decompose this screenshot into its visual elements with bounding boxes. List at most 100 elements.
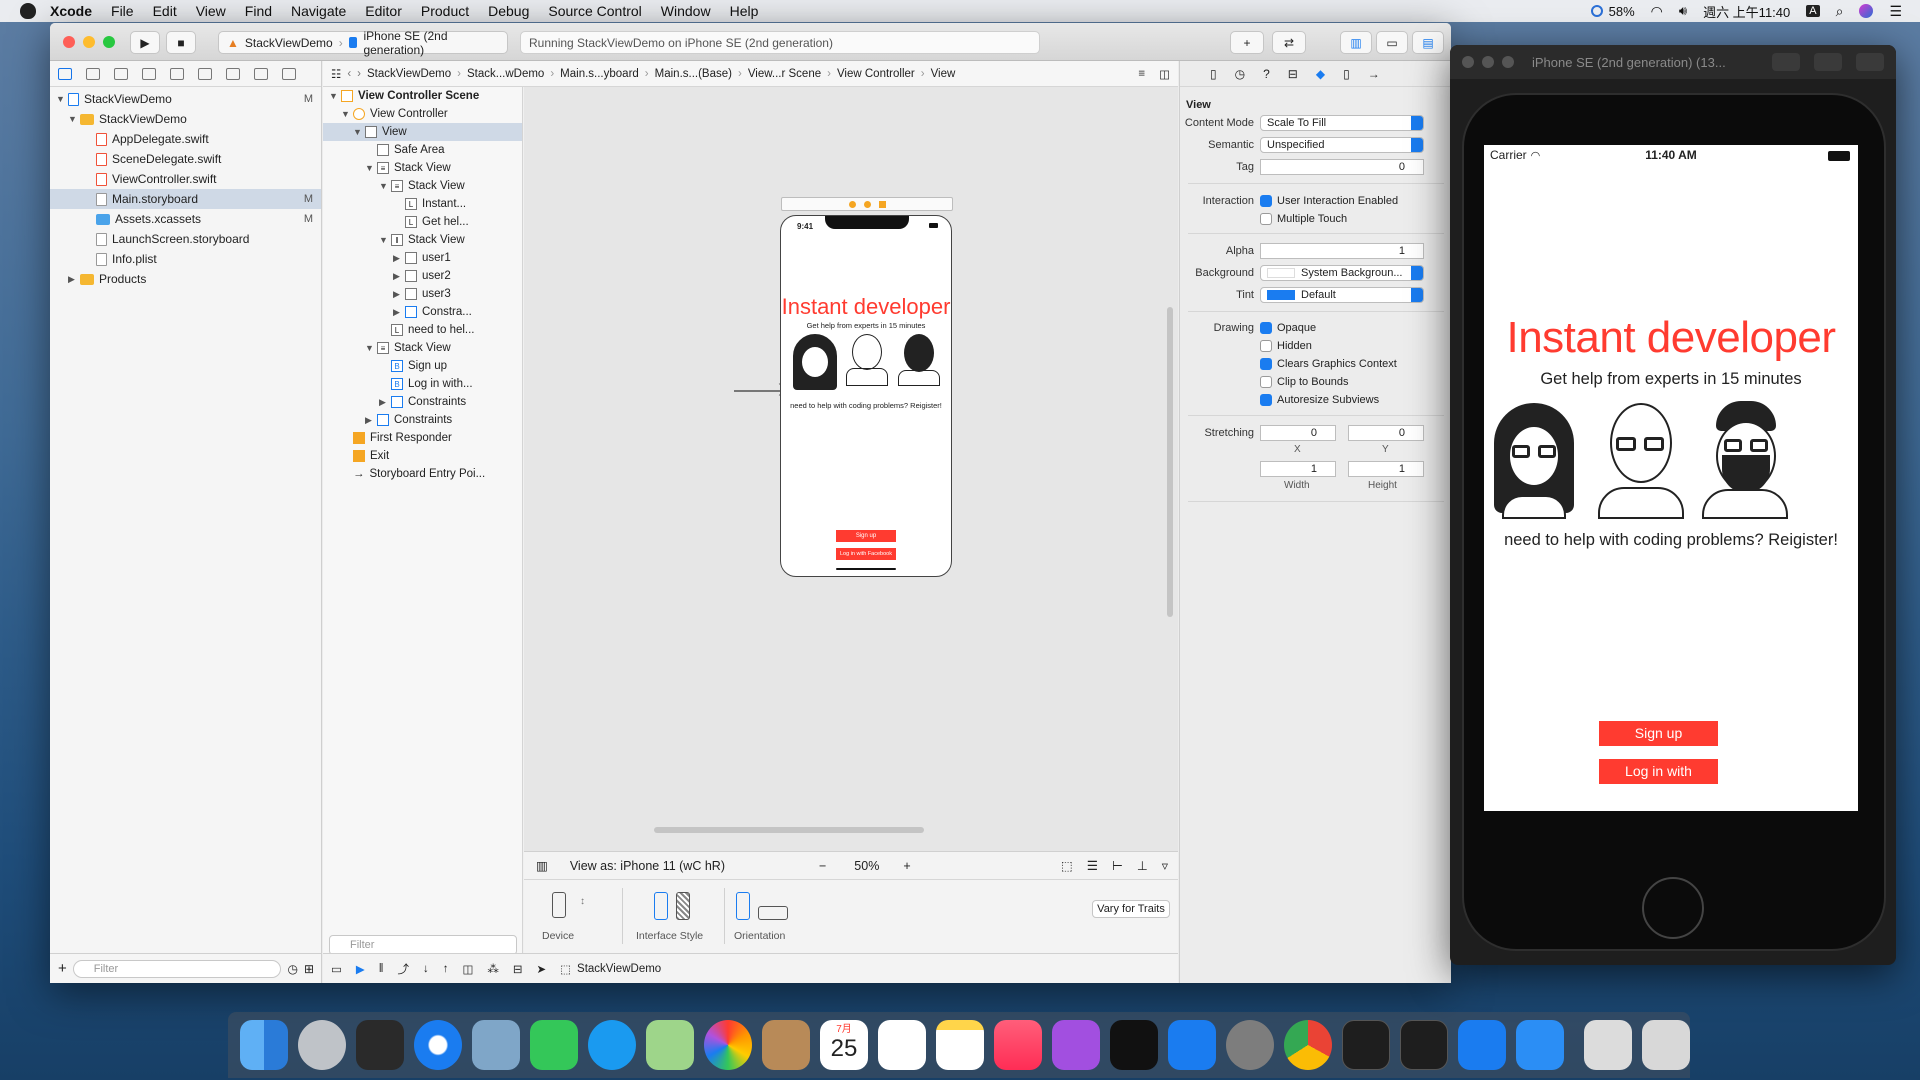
sim-minimize-icon[interactable] bbox=[1482, 56, 1494, 68]
update-frames-icon[interactable]: ⬚ bbox=[1061, 858, 1073, 873]
volume-icon[interactable]: 🔊︎ bbox=[1679, 3, 1687, 19]
menu-help[interactable]: Help bbox=[730, 3, 759, 19]
outline-view[interactable]: ▼ View bbox=[323, 123, 522, 141]
view-hierarchy-icon[interactable]: ◫ bbox=[463, 962, 474, 976]
menu-navigate[interactable]: Navigate bbox=[291, 3, 346, 19]
stretch-width-field[interactable]: 1 bbox=[1260, 461, 1336, 477]
first-responder-dock-icon[interactable] bbox=[863, 200, 871, 208]
source-control-tab-icon[interactable] bbox=[86, 67, 100, 80]
nav-item-infoplist[interactable]: Info.plist bbox=[50, 249, 321, 269]
input-method-icon[interactable]: A bbox=[1806, 5, 1820, 17]
outline-constraints[interactable]: ▶ Constraints bbox=[323, 411, 522, 429]
scene-facebook-button[interactable]: Log in with Facebook bbox=[836, 548, 896, 560]
toggle-inspector-button[interactable]: ▤ bbox=[1412, 31, 1444, 54]
code-review-button[interactable]: ⇄ bbox=[1272, 31, 1306, 54]
nav-item-launchscreen[interactable]: LaunchScreen.storyboard bbox=[50, 229, 321, 249]
jump-scene[interactable]: View...r Scene bbox=[748, 68, 821, 80]
zoom-window-icon[interactable] bbox=[103, 36, 115, 48]
add-editor-icon[interactable]: ◫ bbox=[1159, 67, 1170, 81]
outline-scene[interactable]: ▼ View Controller Scene bbox=[323, 87, 522, 105]
jump-view[interactable]: View bbox=[931, 68, 956, 80]
outline-stack-view[interactable]: ▼ ‖ Stack View bbox=[323, 231, 522, 249]
size-inspector-icon[interactable]: ▯ bbox=[1343, 67, 1350, 81]
apple-tv-icon[interactable] bbox=[1110, 1020, 1158, 1070]
nav-item-products[interactable]: ▶ Products bbox=[50, 269, 321, 289]
alpha-field[interactable]: 1 bbox=[1260, 243, 1424, 259]
clears-graphics-checkbox[interactable] bbox=[1260, 358, 1272, 370]
connections-inspector-icon[interactable]: → bbox=[1368, 67, 1380, 81]
outline-user3[interactable]: ▶ user3 bbox=[323, 285, 522, 303]
device-picker[interactable]: ↕ Device bbox=[542, 892, 602, 942]
trash-icon[interactable] bbox=[1642, 1020, 1691, 1070]
sim-close-icon[interactable] bbox=[1462, 56, 1474, 68]
zoom-out-button[interactable]: − bbox=[819, 859, 826, 873]
canvas-horizontal-scrollbar[interactable] bbox=[654, 827, 924, 833]
clock[interactable]: 週六 上午11:40 bbox=[1703, 2, 1790, 21]
storyboard-canvas[interactable]: 9:41 Instant developer Get help from exp… bbox=[524, 87, 1178, 899]
hidden-checkbox[interactable] bbox=[1260, 340, 1272, 352]
memory-graph-icon[interactable]: ⁂ bbox=[487, 962, 499, 976]
xcode-dock-icon[interactable] bbox=[1458, 1020, 1507, 1070]
downloads-stack-icon[interactable] bbox=[1584, 1020, 1633, 1070]
outline-stack-view[interactable]: ▼ ≡ Stack View bbox=[323, 339, 522, 357]
issue-tab-icon[interactable] bbox=[170, 67, 184, 80]
messages-icon[interactable] bbox=[588, 1020, 636, 1070]
align-icon[interactable]: ⊢ bbox=[1112, 858, 1123, 873]
outline-entry-point[interactable]: → Storyboard Entry Poi... bbox=[323, 465, 522, 483]
recent-filter-icon[interactable]: ◷ bbox=[287, 962, 297, 976]
scene-avatar-user1[interactable] bbox=[793, 334, 837, 390]
music-icon[interactable] bbox=[994, 1020, 1042, 1070]
background-select[interactable]: System Backgroun... bbox=[1260, 265, 1424, 281]
launchpad-icon[interactable] bbox=[298, 1020, 346, 1070]
user-interaction-checkbox[interactable] bbox=[1260, 195, 1272, 207]
outline-first-responder[interactable]: First Responder bbox=[323, 429, 522, 447]
stretch-x-field[interactable]: 0 bbox=[1260, 425, 1336, 441]
rotate-icon[interactable] bbox=[1856, 53, 1884, 71]
semantic-select[interactable]: Unspecified bbox=[1260, 137, 1424, 153]
disclosure-open-icon[interactable]: ▼ bbox=[68, 114, 80, 124]
outline-stack-view[interactable]: ▼ ≡ Stack View bbox=[323, 159, 522, 177]
outline-constraints[interactable]: ▶ Constraints bbox=[323, 393, 522, 411]
canvas-vertical-scrollbar[interactable] bbox=[1167, 307, 1173, 617]
preview-icon[interactable] bbox=[472, 1020, 520, 1070]
clip-to-bounds-checkbox[interactable] bbox=[1260, 376, 1272, 388]
activity-monitor-icon[interactable] bbox=[1400, 1020, 1449, 1070]
instruments-icon[interactable] bbox=[1516, 1020, 1565, 1070]
toggle-navigator-button[interactable]: ▥ bbox=[1340, 31, 1372, 54]
scheme-selector[interactable]: ▲ StackViewDemo › iPhone SE (2nd generat… bbox=[218, 29, 508, 57]
menu-window[interactable]: Window bbox=[661, 3, 711, 19]
forward-icon[interactable]: › bbox=[357, 68, 361, 80]
symbol-tab-icon[interactable] bbox=[114, 67, 128, 80]
facebook-login-button[interactable]: Log in with Facebook bbox=[1599, 759, 1718, 804]
calendar-icon[interactable]: 7月 25 bbox=[820, 1020, 868, 1070]
identity-inspector-icon[interactable]: ⊟ bbox=[1288, 67, 1298, 81]
breakpoints-icon[interactable]: ▶ bbox=[356, 962, 365, 976]
content-mode-select[interactable]: Scale To Fill bbox=[1260, 115, 1424, 131]
outline-view-controller[interactable]: ▼ View Controller bbox=[323, 105, 522, 123]
maps-icon[interactable] bbox=[646, 1020, 694, 1070]
outline-safe-area[interactable]: Safe Area bbox=[323, 141, 522, 159]
add-file-icon[interactable]: + bbox=[58, 960, 67, 977]
outline-user1[interactable]: ▶ user1 bbox=[323, 249, 522, 267]
attributes-inspector-icon[interactable]: ◆ bbox=[1316, 67, 1325, 81]
history-inspector-icon[interactable]: ◷ bbox=[1235, 67, 1245, 81]
photos-icon[interactable] bbox=[704, 1020, 752, 1070]
system-preferences-icon[interactable] bbox=[1226, 1020, 1274, 1070]
nav-item-viewcontroller[interactable]: ViewController.swift bbox=[50, 169, 321, 189]
simulator-screen[interactable]: Carrier ◠ 11:40 AM Instant developer Get … bbox=[1484, 145, 1858, 811]
wifi-icon[interactable]: ◠ bbox=[1651, 3, 1663, 20]
view-controller-dock-icon[interactable] bbox=[848, 200, 856, 208]
jump-view-controller[interactable]: View Controller bbox=[837, 68, 915, 80]
safari-icon[interactable] bbox=[414, 1020, 462, 1070]
apple-menu-icon[interactable] bbox=[20, 3, 36, 19]
test-tab-icon[interactable] bbox=[198, 67, 212, 80]
debug-process-label[interactable]: StackViewDemo bbox=[577, 963, 661, 975]
screenshot-icon[interactable] bbox=[1772, 53, 1800, 71]
back-icon[interactable]: ‹ bbox=[347, 68, 351, 80]
outline-button-login[interactable]: B Log in with... bbox=[323, 375, 522, 393]
outline-label-need-help[interactable]: Lneed to hel... bbox=[323, 321, 522, 339]
location-icon[interactable]: ➤ bbox=[537, 962, 547, 976]
report-tab-icon[interactable] bbox=[282, 67, 296, 80]
help-inspector-icon[interactable]: ? bbox=[1263, 67, 1270, 81]
jump-base[interactable]: Main.s...(Base) bbox=[655, 68, 732, 80]
